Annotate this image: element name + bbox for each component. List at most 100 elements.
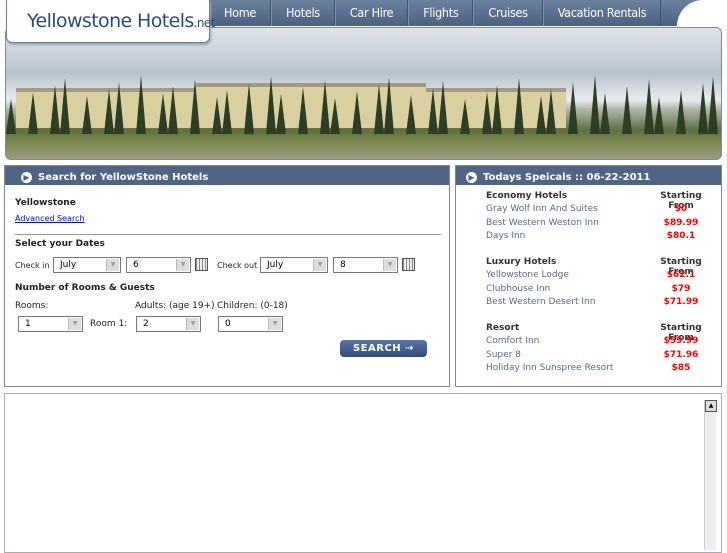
room1-label: Room 1: [90, 319, 128, 329]
tree-decoration [644, 79, 654, 134]
special-row: Clubhouse Inn $79 [486, 284, 716, 297]
hotel-link[interactable]: Comfort Inn [486, 336, 539, 349]
nav-cruises[interactable]: Cruises [473, 0, 543, 26]
special-row: Gray Wolf Inn And Suites $0 [486, 204, 716, 217]
chevron-down-icon: ▼ [106, 259, 119, 271]
tree-decoration [384, 77, 394, 134]
hotel-price: $59.99 [663, 336, 699, 347]
adults-label: Adults: (age 19+) [135, 301, 215, 311]
logo-text: Yellowstone Hotels [27, 10, 194, 32]
scroll-up-arrow-icon[interactable]: ▲ [705, 400, 717, 412]
rooms-select[interactable]: 1 ▼ [18, 316, 83, 332]
special-row: Days Inn $80.1 [486, 231, 716, 244]
specials-panel: ▶ Todays Speicals :: 06-22-2011 Economy H… [455, 165, 722, 387]
main-nav: Home Hotels Car Hire Flights Cruises Vac… [205, 0, 727, 26]
hotel-price: $89.99 [663, 217, 699, 228]
checkin-month-select[interactable]: July ▼ [53, 257, 121, 273]
tree-decoration [708, 76, 718, 134]
tree-decoration [114, 82, 124, 134]
children-value: 0 [225, 319, 231, 329]
specials-panel-header: ▶ Todays Speicals :: 06-22-2011 [456, 166, 721, 185]
tree-decoration [168, 86, 178, 134]
tree-decoration [136, 75, 146, 134]
rooms-guests-heading: Number of Rooms & Guests [15, 283, 155, 293]
tree-decoration [460, 99, 470, 134]
hotel-link[interactable]: Gray Wolf Inn And Suites [486, 204, 598, 217]
tree-decoration [622, 86, 632, 134]
tree-decoration [492, 85, 502, 134]
hotel-link[interactable]: Clubhouse Inn [486, 284, 550, 297]
nav-car-hire[interactable]: Car Hire [334, 0, 409, 26]
special-row: Best Western Desert Inn $71.99 [486, 297, 716, 310]
hotel-price: $79 [671, 283, 691, 294]
adults-select[interactable]: 2 ▼ [136, 316, 201, 332]
search-button-label: SEARCH [352, 343, 402, 354]
specials-group: Luxury Hotels Starting From Yellowstone Lo… [486, 257, 716, 310]
hotel-link[interactable]: Days Inn [486, 231, 525, 244]
group-heading: Economy Hotels [486, 191, 568, 201]
checkout-day-select[interactable]: 8 ▼ [333, 257, 398, 273]
hotel-price: $71.96 [663, 349, 699, 360]
advanced-search-link[interactable]: Advanced Search [15, 214, 85, 223]
tree-decoration [568, 82, 578, 134]
chevron-down-icon: ▼ [176, 259, 189, 271]
search-panel-title: Search for YellowStone Hotels [38, 171, 209, 183]
checkin-month-value: July [60, 260, 77, 270]
checkout-month-select[interactable]: July ▼ [260, 257, 328, 273]
checkin-day-value: 6 [133, 260, 139, 270]
hotel-link[interactable]: Best Western Desert Inn [486, 297, 595, 310]
price-heading: Starting From [660, 323, 702, 343]
calendar-icon[interactable] [195, 258, 208, 271]
hotel-price: $0 [674, 204, 688, 215]
specials-group: Economy Hotels Starting From Gray Wolf Inn… [486, 191, 716, 244]
calendar-icon[interactable] [402, 258, 415, 271]
tree-decoration [158, 93, 168, 134]
logo-suffix: .net [193, 16, 216, 30]
location-label: Yellowstone [15, 198, 76, 208]
special-row: Yellowstone Lodge $62.1 [486, 270, 716, 283]
divider [15, 234, 441, 235]
hotel-link[interactable]: Super 8 [486, 350, 521, 363]
checkin-day-select[interactable]: 6 ▼ [126, 257, 191, 273]
tree-decoration [50, 85, 60, 134]
chevron-down-icon: ▼ [68, 318, 81, 330]
dates-heading: Select your Dates [15, 239, 105, 249]
adults-value: 2 [143, 319, 149, 329]
tree-decoration [352, 91, 362, 134]
scrollbar[interactable]: ▲ [704, 400, 717, 550]
tree-decoration [514, 78, 524, 134]
tree-decoration [104, 89, 114, 134]
checkout-day-value: 8 [340, 260, 346, 270]
tree-decoration [320, 80, 330, 134]
nav-swoosh-decoration [677, 0, 727, 26]
nav-hotels[interactable]: Hotels [271, 0, 335, 26]
tree-decoration [546, 89, 556, 134]
hotel-price: $80.1 [666, 230, 696, 241]
hotel-link[interactable]: Holiday Inn Sunspree Resort [486, 363, 613, 376]
arrow-right-icon: ⇢ [405, 343, 415, 354]
search-button[interactable]: SEARCH ⇢ [340, 340, 427, 357]
group-heading: Luxury Hotels [486, 257, 557, 267]
tree-decoration [330, 98, 340, 134]
checkout-label: Check out [217, 261, 258, 270]
nav-vacation-rentals[interactable]: Vacation Rentals [542, 0, 662, 26]
chevron-down-icon: ▼ [268, 318, 281, 330]
nav-flights[interactable]: Flights [408, 0, 474, 26]
tree-decoration [536, 96, 546, 134]
hotel-link[interactable]: Yellowstone Lodge [486, 270, 569, 283]
tree-decoration [482, 92, 492, 134]
arrow-bullet-icon: ▶ [466, 171, 477, 183]
arrow-bullet-icon: ▶ [21, 171, 32, 183]
nav-home[interactable]: Home [209, 0, 272, 26]
specials-title: Todays Speicals :: 06-22-2011 [483, 171, 651, 183]
tree-decoration [222, 90, 232, 134]
hotel-link[interactable]: Best Western Weston Inn [486, 218, 599, 231]
tree-decoration [190, 79, 200, 134]
tree-decoration [212, 97, 222, 134]
children-select[interactable]: 0 ▼ [218, 316, 283, 332]
hotel-price: $71.99 [663, 296, 699, 307]
tree-decoration [6, 99, 16, 134]
site-logo[interactable]: Yellowstone Hotels.net [6, 0, 215, 43]
tree-decoration [298, 87, 308, 134]
search-panel: ▶ Search for YellowStone Hotels Yellowsto… [4, 165, 450, 387]
